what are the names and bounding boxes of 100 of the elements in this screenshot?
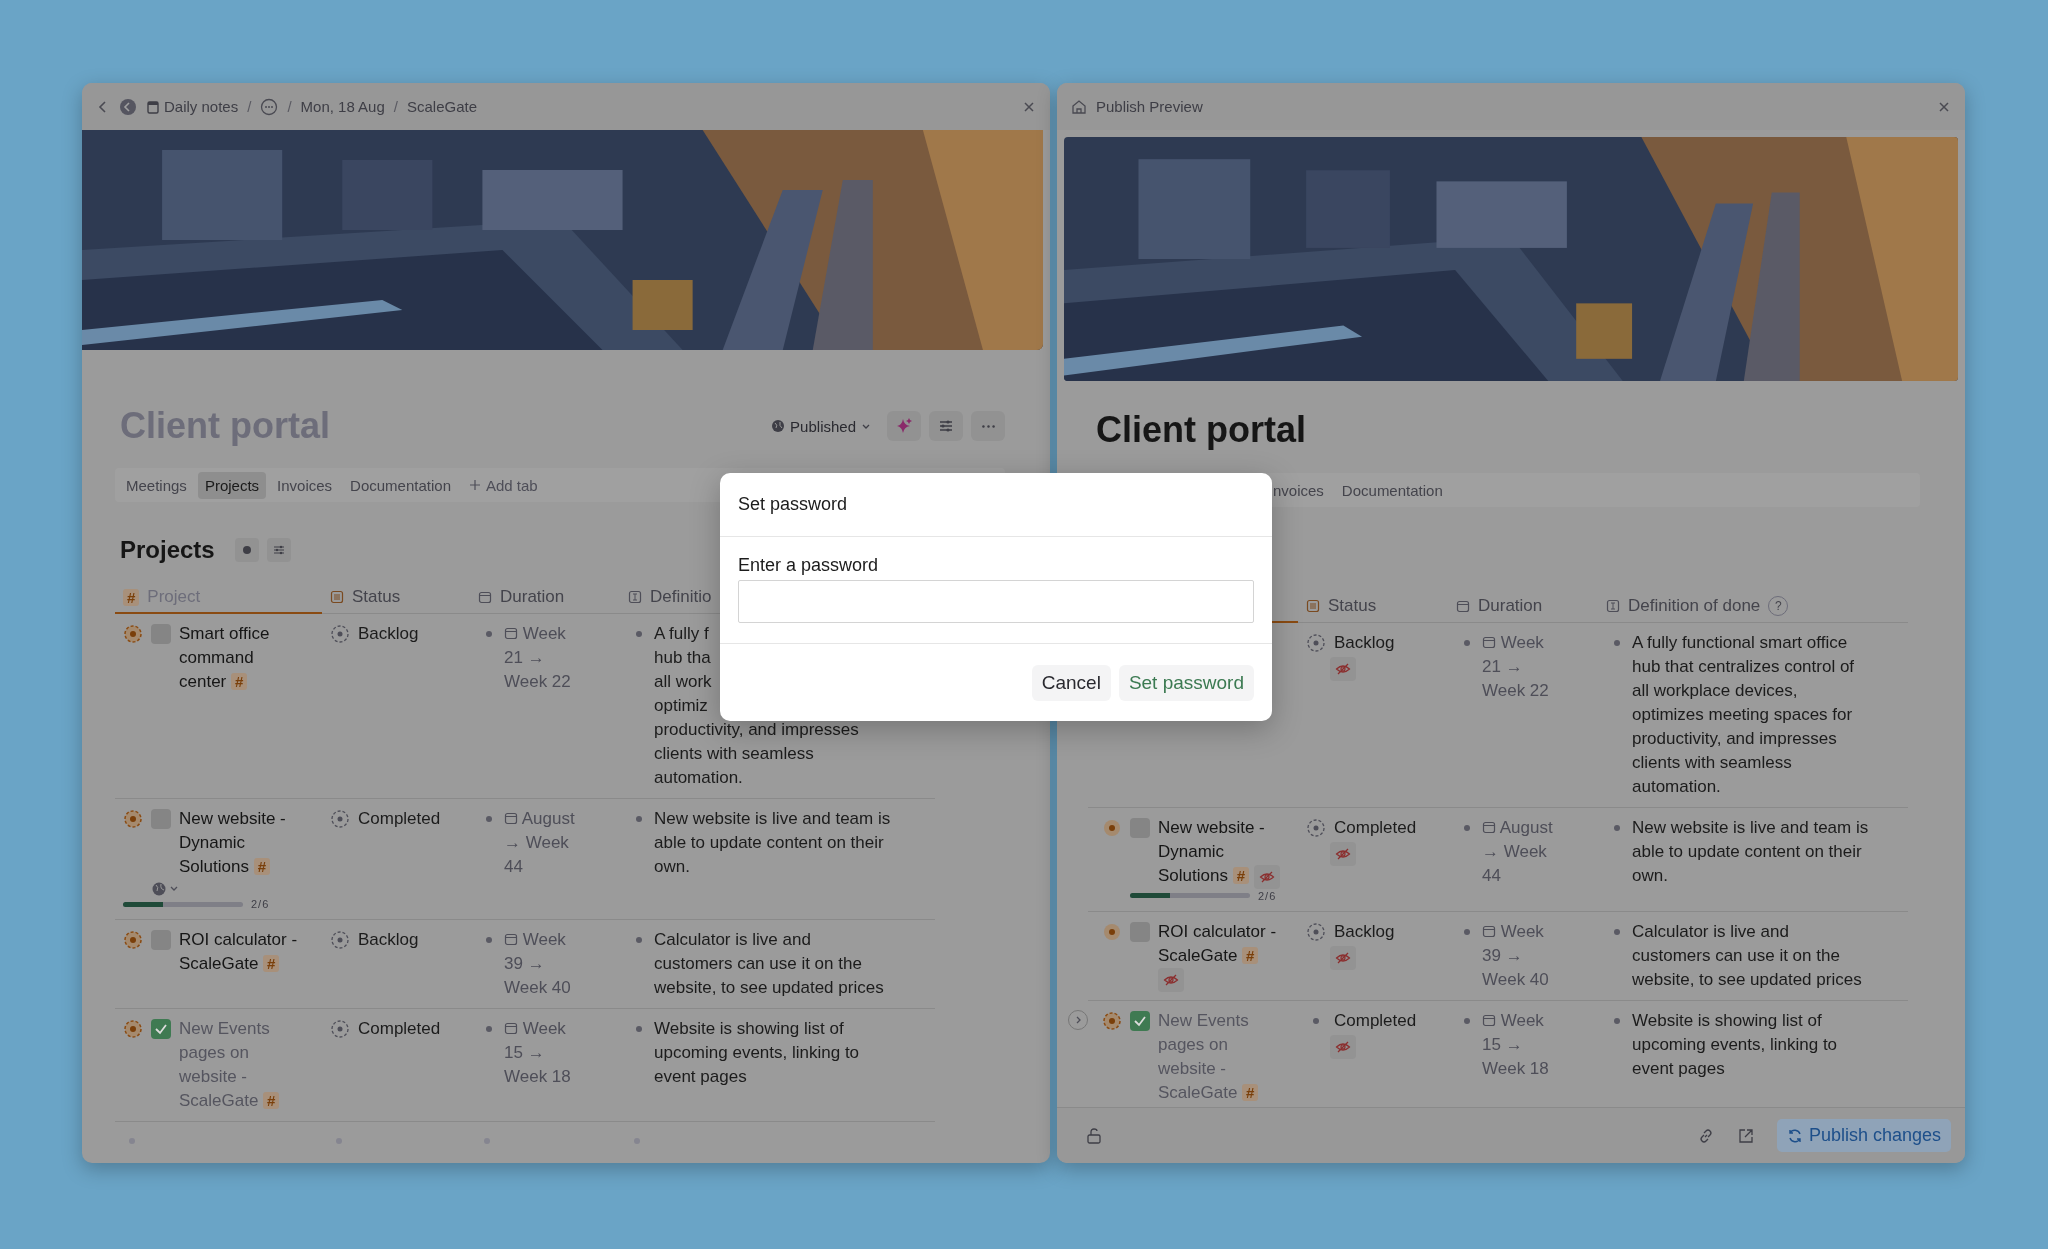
column-header[interactable]: Definitio [650,587,712,607]
hidden-icon[interactable] [1330,945,1356,970]
home-icon [1071,98,1087,115]
status-ring-icon[interactable] [123,809,143,829]
column-header[interactable]: Definition of done [1628,596,1761,616]
tab[interactable]: Meetings [119,471,194,499]
bullet-dot [1464,640,1470,646]
status-dot-icon[interactable] [1102,818,1122,838]
column-header[interactable]: Duration [1478,596,1543,616]
status-text[interactable]: Completed [358,807,441,831]
password-field[interactable] [738,580,1254,623]
filter-button[interactable] [266,538,291,562]
list-icon [1306,599,1320,613]
breadcrumb-link[interactable]: Mon, 18 Aug [300,98,385,115]
tab[interactable]: Documentation [343,471,458,499]
status-text[interactable]: Completed [1334,1009,1417,1034]
bullet-dot [1614,825,1620,831]
status-text[interactable]: Backlog [1334,919,1395,944]
column-header[interactable]: Status [1328,596,1377,616]
definition-line: all work [654,671,713,693]
duration-field[interactable]: August → Week 44 [1482,816,1562,888]
definition-text: New website is live and team is able to update content on their own. [1632,817,1870,887]
status-text[interactable]: Backlog [1334,631,1395,655]
checkbox[interactable] [151,1019,171,1039]
ai-button[interactable] [887,411,921,441]
project-link[interactable]: ROI calculator - ScaleGate # [1158,919,1280,993]
status-icon [1306,818,1326,838]
hidden-icon[interactable] [1330,657,1356,681]
bullet-dot [636,816,642,822]
progress-count: 2/6 [251,897,270,911]
definition-line: clients with seamless [654,743,815,765]
window-title: Publish Preview [1096,98,1203,115]
bullet-dot [1464,825,1470,831]
close-icon[interactable] [1937,99,1951,114]
calendar-icon [504,626,518,640]
status-ring-icon[interactable] [123,1019,143,1039]
checkbox[interactable] [1130,1011,1150,1032]
duration-field[interactable]: Week 39 → Week 40 [1482,919,1562,992]
hidden-icon[interactable] [1158,968,1184,993]
publish-status-button[interactable]: Published [763,411,879,441]
duration-field[interactable]: Week 21 → Week 22 [1482,631,1562,703]
hidden-icon[interactable] [1330,1035,1356,1060]
status-text[interactable]: Completed [358,1017,441,1041]
status-text[interactable]: Completed [1334,816,1417,840]
project-link[interactable]: New website - Dynamic Solutions # [1158,816,1280,889]
publish-changes-button[interactable]: Publish changes [1776,1119,1951,1152]
confirm-button[interactable]: Set password [1118,664,1254,701]
cancel-button[interactable]: Cancel [1031,664,1111,701]
bullet-dot [1614,928,1620,935]
status-text[interactable]: Backlog [358,928,419,952]
column-header[interactable]: Status [352,587,401,607]
status-ring-icon[interactable] [1102,1011,1122,1032]
sliders-icon [272,544,285,556]
project-link[interactable]: ROI calculator - ScaleGate # [179,928,301,976]
lock-icon[interactable] [1085,1126,1103,1145]
duration-field[interactable]: Week 39 → Week 40 [504,928,584,1000]
column-header[interactable]: Duration [500,587,565,607]
settings-button[interactable] [929,411,963,441]
project-link[interactable]: New Events pages on website - ScaleGate # [179,1017,301,1113]
calendar-icon [478,590,492,604]
breadcrumb-separator: / [287,98,292,115]
calendar-icon [504,932,518,946]
status-dot-icon[interactable] [1102,921,1122,942]
tab[interactable]: Documentation [1334,476,1450,504]
duration-field[interactable]: Week 15 → Week 18 [504,1017,584,1089]
tab[interactable]: Invoices [270,471,340,499]
add-tab-button[interactable]: Add tab [462,471,545,499]
calendar-icon [1482,1013,1496,1028]
more-icon[interactable] [260,97,279,116]
definition-line: hub tha [654,647,712,669]
hidden-icon[interactable] [1253,864,1280,889]
status-text[interactable]: Backlog [358,622,419,646]
definition-line: productivity, and impresses [654,719,860,741]
project-link[interactable]: New Events pages on website - ScaleGate # [1158,1009,1280,1106]
duration-field[interactable]: August → Week 44 [504,807,584,879]
breadcrumb-separator: / [247,98,252,115]
view-button[interactable] [234,538,259,562]
avatar-icon[interactable] [119,97,137,116]
project-link[interactable]: Smart office command center # [179,622,301,694]
bullet-dot [1614,1018,1620,1025]
dot-icon [240,544,253,556]
external-link-icon[interactable] [1736,1126,1755,1145]
more-icon [981,424,995,428]
status-ring-icon[interactable] [123,624,143,644]
bullet-dot [1464,1018,1470,1025]
calendar-icon [504,811,518,825]
breadcrumb-link[interactable]: ScaleGate [406,98,477,115]
globe-icon [771,419,786,433]
hidden-icon[interactable] [1330,842,1356,866]
breadcrumb-link[interactable]: Daily notes [146,98,239,115]
duration-field[interactable]: Week 15 → Week 18 [1482,1009,1562,1082]
definition-text: Calculator is live and customers can use it on the website, to see updated prices [654,929,885,999]
bullet-dot [636,631,642,637]
tab[interactable]: Projects [197,471,267,499]
breadcrumb-separator: / [393,98,398,115]
project-link[interactable]: New website - Dynamic Solutions # [179,807,301,879]
duration-field[interactable]: Week 21 → Week 22 [504,622,584,694]
status-ring-icon[interactable] [123,930,143,950]
close-icon[interactable] [1022,99,1036,114]
definition-line: automation. [654,767,744,789]
